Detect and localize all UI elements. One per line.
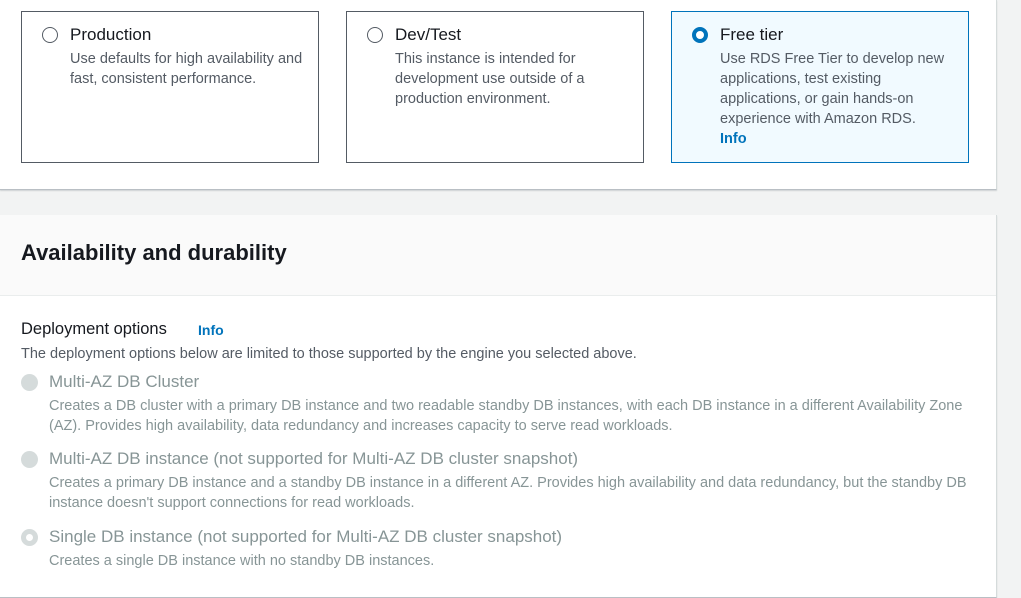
tile-dev-test-title: Dev/Test [395, 25, 462, 44]
free-tier-info-link[interactable]: Info [720, 129, 747, 149]
availability-header: Availability and durability [0, 215, 996, 296]
tile-free-tier-desc: Use RDS Free Tier to develop new applica… [720, 51, 945, 127]
single-instance-desc: Creates a single DB instance with no sta… [49, 553, 435, 569]
multi-az-cluster-title: Multi-AZ DB Cluster [49, 372, 200, 391]
availability-heading: Availability and durability [21, 240, 287, 265]
free-tier-radio[interactable] [692, 27, 708, 43]
tile-production-title: Production [70, 25, 152, 44]
multi-az-instance-desc: Creates a primary DB instance and a stan… [49, 475, 967, 511]
templates-panel: Production Use defaults for high availab… [0, 0, 997, 190]
tile-production-desc: Use defaults for high availability and f… [70, 51, 303, 87]
multi-az-cluster-radio[interactable] [21, 374, 38, 391]
tile-dev-test[interactable]: Dev/Test This instance is intended for d… [346, 11, 644, 163]
dev-test-radio[interactable] [367, 27, 383, 43]
multi-az-instance-title: Multi-AZ DB instance (not supported for … [49, 449, 579, 468]
tile-dev-test-desc: This instance is intended for developmen… [395, 51, 585, 107]
multi-az-instance-radio[interactable] [21, 451, 38, 468]
tile-free-tier[interactable]: Free tier Use RDS Free Tier to develop n… [671, 11, 969, 163]
deployment-options-label: Deployment options [21, 320, 167, 338]
deployment-options-info-link[interactable]: Info [198, 321, 224, 339]
tile-free-tier-title: Free tier [720, 25, 784, 44]
tile-production[interactable]: Production Use defaults for high availab… [21, 11, 319, 163]
multi-az-cluster-desc: Creates a DB cluster with a primary DB i… [49, 398, 963, 434]
single-instance-radio[interactable] [21, 529, 38, 546]
production-radio[interactable] [42, 27, 58, 43]
deployment-options-description: The deployment options below are limited… [21, 346, 637, 362]
availability-panel: Availability and durability Deployment o… [0, 215, 997, 598]
single-instance-title: Single DB instance (not supported for Mu… [49, 527, 563, 546]
